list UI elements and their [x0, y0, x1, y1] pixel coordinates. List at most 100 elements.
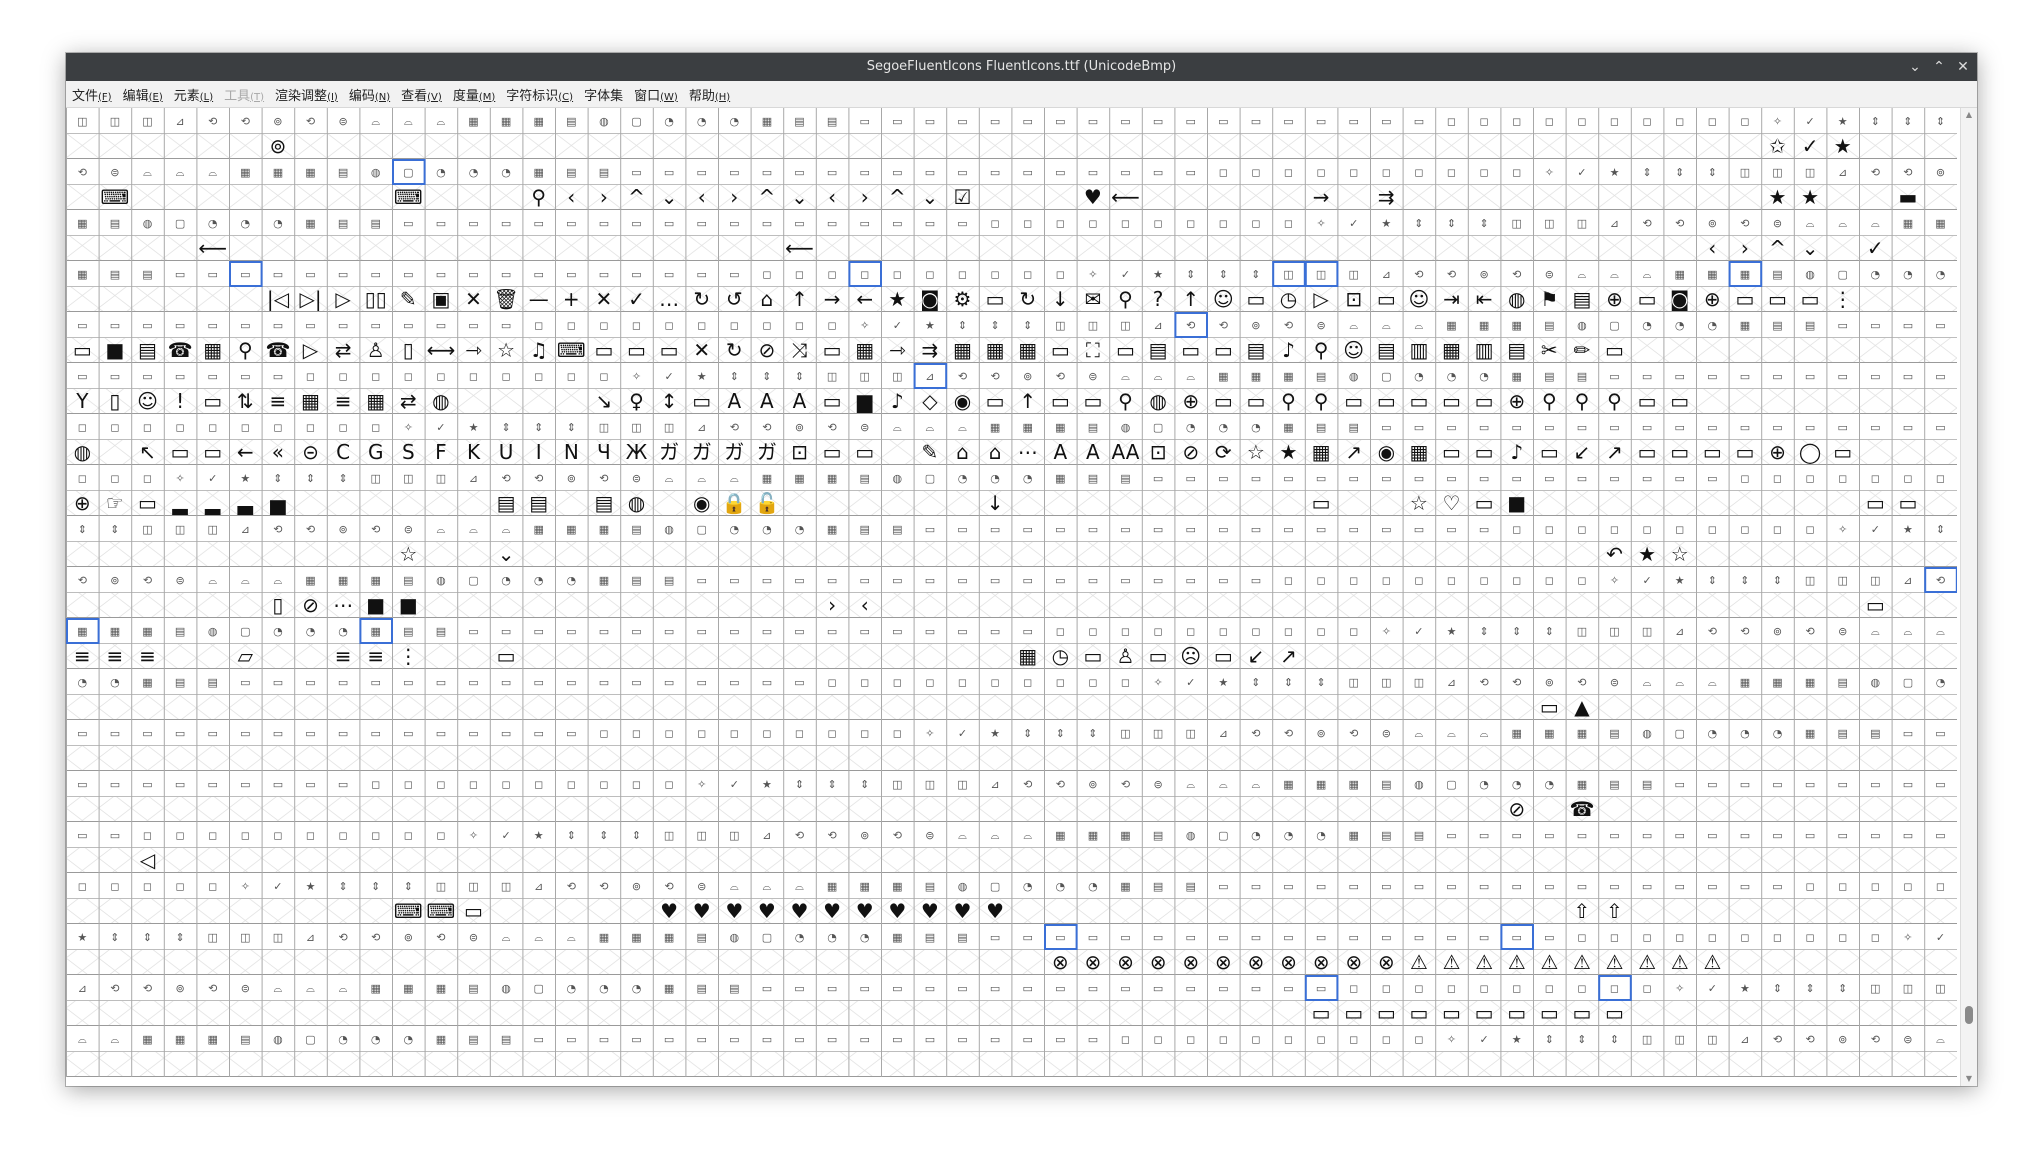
- glyph-icon[interactable]: ▦: [1018, 644, 1037, 668]
- glyph-icon[interactable]: ♥: [954, 899, 972, 923]
- glyph-icon[interactable]: ▦: [986, 338, 1005, 362]
- scroll-down-icon[interactable]: ▼: [1961, 1072, 1977, 1086]
- maximize-button[interactable]: ⌃: [1927, 53, 1951, 81]
- glyph-icon[interactable]: ▭: [1312, 491, 1331, 515]
- glyph-grid-svg[interactable]: ◫ ◫ ◫ ⊿ ⟲ ⟲ ⊚ ⊚ ⟲ ⊜ ⌓ ⌓ ⌓ ▦ ▦ ▦ ▤ ◍ ▢ ◔ ◔ ◔ ▦ ▤ ▤ ▭ ▭ ▭ ▭ ▭ ▭ ▭ ▭ ▭ ▭ ▭ ▭ ▭ ▭ ▭…: [66, 108, 1957, 1077]
- glyph-icon[interactable]: ★: [1769, 185, 1787, 209]
- glyph-icon[interactable]: ◍: [628, 491, 645, 515]
- glyph-icon[interactable]: F: [435, 440, 447, 464]
- glyph-icon[interactable]: ▃: [237, 491, 254, 515]
- glyph-icon[interactable]: ▭: [1442, 440, 1461, 464]
- glyph-icon[interactable]: ▤: [497, 491, 516, 515]
- glyph-icon[interactable]: ⚠: [1703, 950, 1721, 974]
- glyph-icon[interactable]: ⚠: [1671, 950, 1689, 974]
- glyph-icon[interactable]: ⇄: [335, 338, 352, 362]
- glyph-icon[interactable]: …: [659, 287, 679, 311]
- glyph-icon[interactable]: ⊘: [302, 593, 319, 617]
- glyph-icon[interactable]: ▦: [366, 389, 385, 413]
- glyph-icon[interactable]: ?: [1153, 287, 1164, 311]
- glyph-icon[interactable]: ⊗: [1345, 950, 1362, 974]
- glyph-icon[interactable]: ↑: [1182, 287, 1199, 311]
- glyph-icon[interactable]: ‹: [1708, 236, 1716, 260]
- glyph-icon[interactable]: ▭: [1344, 389, 1363, 413]
- glyph-icon[interactable]: ⇤: [1476, 287, 1493, 311]
- glyph-icon[interactable]: ♥: [888, 899, 906, 923]
- glyph-icon[interactable]: ⚲: [1118, 389, 1133, 413]
- glyph-icon[interactable]: ▭: [823, 389, 842, 413]
- glyph-icon[interactable]: ↶: [1606, 542, 1623, 566]
- glyph-icon[interactable]: ⊕: [1704, 287, 1721, 311]
- glyph-icon[interactable]: ◍: [1508, 287, 1525, 311]
- glyph-icon[interactable]: ▭: [1572, 1001, 1591, 1025]
- glyph-icon[interactable]: ▤: [529, 491, 548, 515]
- glyph-icon[interactable]: ガ: [659, 440, 679, 464]
- glyph-icon[interactable]: ▦: [1409, 440, 1428, 464]
- glyph-icon[interactable]: ⇾: [889, 338, 906, 362]
- glyph-icon[interactable]: ✕: [693, 338, 710, 362]
- glyph-icon[interactable]: ⟵: [1111, 185, 1140, 209]
- glyph-icon[interactable]: ≡: [335, 644, 352, 668]
- glyph-icon[interactable]: ⚠: [1540, 950, 1558, 974]
- glyph-icon[interactable]: ▥: [1475, 338, 1494, 362]
- glyph-icon[interactable]: ★: [1638, 542, 1656, 566]
- glyph-icon[interactable]: ♥: [693, 899, 711, 923]
- menu-item-6[interactable]: 查看(V): [401, 85, 442, 104]
- glyph-icon[interactable]: ⋯: [333, 593, 353, 617]
- glyph-icon[interactable]: ▷: [335, 287, 351, 311]
- glyph-icon[interactable]: ▷: [1313, 287, 1329, 311]
- glyph-icon[interactable]: ▭: [1866, 491, 1885, 515]
- glyph-icon[interactable]: Y: [75, 389, 89, 413]
- glyph-icon[interactable]: ⚠: [1508, 950, 1526, 974]
- glyph-icon[interactable]: ▭: [138, 491, 157, 515]
- glyph-icon[interactable]: ▭: [1638, 440, 1657, 464]
- glyph-icon[interactable]: ■: [1507, 491, 1526, 515]
- glyph-icon[interactable]: ♫: [530, 338, 548, 362]
- glyph-icon[interactable]: →: [1313, 185, 1330, 209]
- glyph-icon[interactable]: ↻: [1019, 287, 1036, 311]
- glyph-icon[interactable]: ☹: [1180, 644, 1201, 668]
- glyph-icon[interactable]: 🗑: [493, 287, 518, 311]
- glyph-icon[interactable]: Ч: [597, 440, 611, 464]
- glyph-icon[interactable]: ▭: [1475, 389, 1494, 413]
- glyph-icon[interactable]: ♥: [758, 899, 776, 923]
- glyph-icon[interactable]: ▭: [1670, 440, 1689, 464]
- menu-item-0[interactable]: 文件(F): [72, 85, 112, 104]
- glyph-icon[interactable]: ⌂: [761, 287, 774, 311]
- glyph-icon[interactable]: ⇧: [1606, 899, 1623, 923]
- glyph-icon[interactable]: ⌂: [956, 440, 969, 464]
- glyph-icon[interactable]: ▭: [1083, 644, 1102, 668]
- glyph-icon[interactable]: ★: [1834, 134, 1852, 158]
- glyph-icon[interactable]: ⊗: [1085, 950, 1102, 974]
- glyph-icon[interactable]: ♙: [367, 338, 385, 362]
- glyph-icon[interactable]: ▬: [1898, 185, 1917, 209]
- glyph-icon[interactable]: A: [760, 389, 774, 413]
- glyph-icon[interactable]: ▭: [1312, 1001, 1331, 1025]
- glyph-icon[interactable]: ▭: [1703, 440, 1722, 464]
- glyph-icon[interactable]: ✕: [596, 287, 613, 311]
- glyph-icon[interactable]: ▤: [1572, 287, 1591, 311]
- glyph-icon[interactable]: ☆: [1671, 542, 1689, 566]
- menu-item-7[interactable]: 度量(M): [453, 85, 495, 104]
- glyph-icon[interactable]: ⊘: [1508, 797, 1525, 821]
- glyph-icon[interactable]: ☺: [1343, 338, 1364, 362]
- glyph-icon[interactable]: ⊘: [1182, 440, 1199, 464]
- glyph-icon[interactable]: ⚠: [1606, 950, 1624, 974]
- glyph-icon[interactable]: ◍: [74, 440, 91, 464]
- glyph-icon[interactable]: ⛶: [1085, 338, 1101, 362]
- glyph-icon[interactable]: ⇉: [922, 338, 939, 362]
- glyph-icon[interactable]: ▭: [1442, 389, 1461, 413]
- glyph-icon[interactable]: G: [368, 440, 384, 464]
- glyph-icon[interactable]: ☑: [954, 185, 972, 209]
- glyph-icon[interactable]: 🔒: [722, 491, 747, 515]
- glyph-icon[interactable]: ♥: [856, 899, 874, 923]
- glyph-icon[interactable]: ⋮: [1833, 287, 1853, 311]
- glyph-icon[interactable]: ▭: [660, 338, 679, 362]
- glyph-icon[interactable]: ▦: [301, 389, 320, 413]
- glyph-icon[interactable]: +: [563, 287, 580, 311]
- glyph-icon[interactable]: ⊚: [270, 134, 287, 158]
- glyph-icon[interactable]: ⚲: [531, 185, 546, 209]
- glyph-icon[interactable]: ⚠: [1475, 950, 1493, 974]
- menu-item-10[interactable]: 窗口(W): [634, 85, 678, 104]
- glyph-icon[interactable]: ▭: [1540, 695, 1559, 719]
- glyph-icon[interactable]: ↺: [726, 287, 743, 311]
